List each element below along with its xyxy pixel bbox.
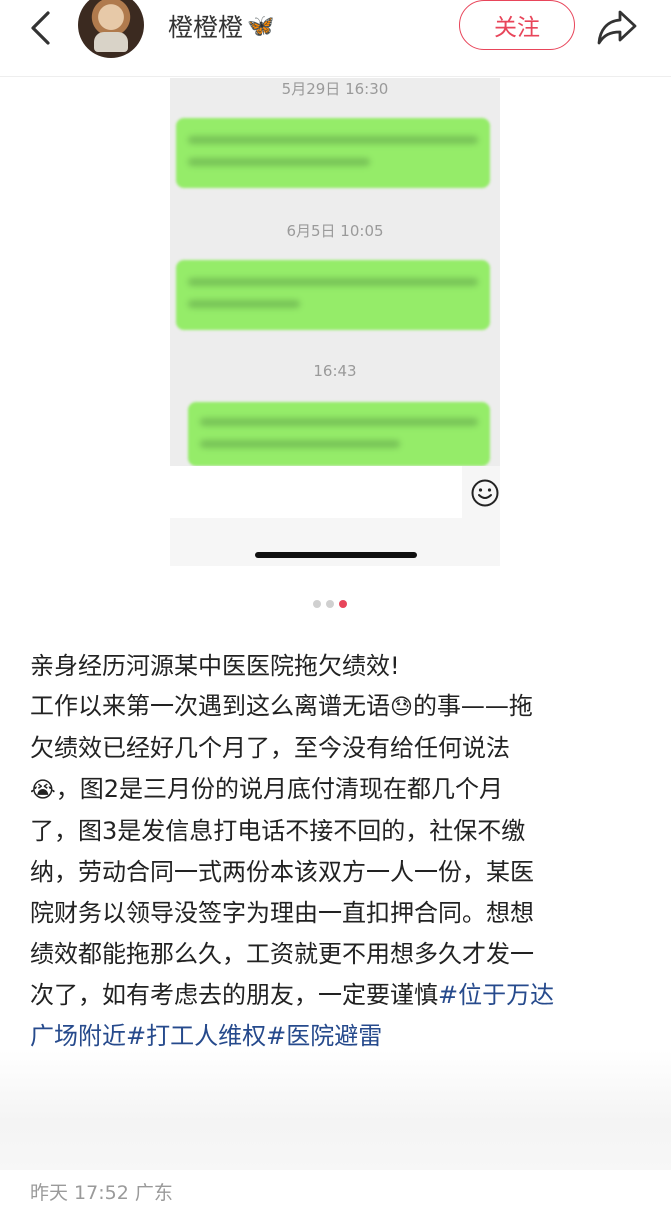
- chevron-left-icon: [31, 11, 50, 45]
- hashtag-link[interactable]: 广场附近: [30, 1022, 126, 1050]
- body-line: 院财务以领导没签字为理由一直扣押合同。想想: [30, 899, 534, 927]
- body-line: 工作以来第一次遇到这么离谱无语😓的事——拖: [30, 686, 642, 728]
- post-header: 橙橙橙 🦋 关注: [0, 0, 671, 77]
- emoji-icon: [471, 479, 499, 507]
- body-text: 次了，如有考虑去的朋友，一定要谨慎: [30, 981, 438, 1009]
- carousel-dot[interactable]: [326, 600, 334, 608]
- chat-timestamp: 16:43: [313, 362, 357, 380]
- carousel-dot-active[interactable]: [339, 600, 347, 608]
- sweat-emoji-icon: 😓: [390, 695, 413, 720]
- post-body: 工作以来第一次遇到这么离谱无语😓的事——拖 欠绩效已经好几个月了，至今没有给任何…: [30, 686, 642, 1057]
- body-text: 的事——拖: [412, 692, 533, 720]
- follow-button[interactable]: 关注: [459, 0, 575, 50]
- chat-bubble: [188, 402, 490, 466]
- body-text: ，图2是三月份的说月底付清现在都几个月: [55, 775, 503, 803]
- hashtag-link[interactable]: #医院避雷: [266, 1022, 382, 1050]
- carousel-dot[interactable]: [313, 600, 321, 608]
- butterfly-icon: 🦋: [247, 13, 275, 39]
- body-line: 绩效都能拖那么久，工资就更不用想多久才发一: [30, 940, 534, 968]
- share-button[interactable]: [594, 6, 640, 48]
- carousel-indicator[interactable]: [313, 600, 347, 608]
- chat-bubble: [176, 118, 490, 188]
- chat-timestamp: 6月5日 10:05: [286, 222, 384, 240]
- share-arrow-icon: [597, 10, 637, 45]
- body-line: 了，图3是发信息打电话不接不回的，社保不缴: [30, 817, 526, 845]
- hashtag-link[interactable]: #位于万达: [438, 981, 554, 1009]
- body-line: 次了，如有考虑去的朋友，一定要谨慎#位于万达: [30, 975, 642, 1016]
- body-line: 纳，劳动合同一式两份本该双方一人一份，某医: [30, 858, 534, 886]
- avatar[interactable]: [78, 0, 144, 58]
- username-text: 橙橙橙: [168, 13, 244, 42]
- body-text: 工作以来第一次遇到这么离谱无语: [30, 692, 390, 720]
- chat-timestamp: 5月29日 16:30: [281, 80, 389, 98]
- post-meta: 昨天 17:52 广东: [30, 1182, 173, 1204]
- content-fade: [0, 1050, 671, 1170]
- chat-bubble: [176, 260, 490, 330]
- post-image[interactable]: 5月29日 16:30 6月5日 10:05 16:43: [170, 78, 500, 566]
- crying-emoji-icon: 😭: [30, 778, 56, 803]
- chat-input-field: [170, 466, 462, 518]
- home-indicator: [255, 552, 417, 558]
- author-name[interactable]: 橙橙橙 🦋: [168, 8, 274, 44]
- body-line: 😭，图2是三月份的说月底付清现在都几个月: [30, 769, 642, 811]
- back-button[interactable]: [20, 8, 60, 48]
- post-title: 亲身经历河源某中医医院拖欠绩效!: [30, 652, 400, 680]
- hashtag-link[interactable]: #打工人维权: [126, 1022, 266, 1050]
- body-line: 欠绩效已经好几个月了，至今没有给任何说法: [30, 734, 510, 762]
